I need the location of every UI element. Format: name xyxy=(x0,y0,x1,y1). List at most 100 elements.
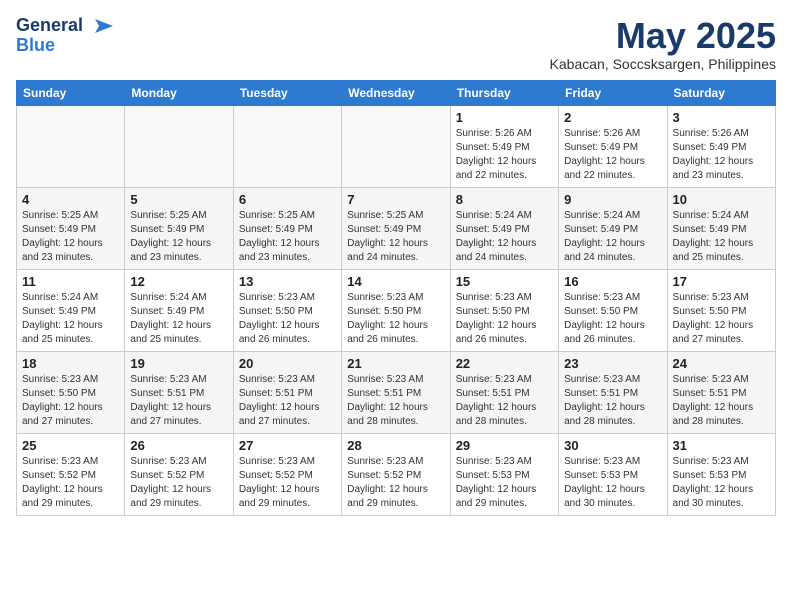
day-number: 20 xyxy=(239,356,336,371)
day-info: Sunrise: 5:23 AM Sunset: 5:51 PM Dayligh… xyxy=(673,373,770,429)
calendar-cell: 21 Sunrise: 5:23 AM Sunset: 5:51 PM Dayli… xyxy=(342,351,450,433)
day-number: 13 xyxy=(239,274,336,289)
day-info: Sunrise: 5:23 AM Sunset: 5:51 PM Dayligh… xyxy=(347,373,444,429)
header-monday: Monday xyxy=(125,80,233,105)
day-number: 7 xyxy=(347,192,444,207)
calendar-cell: 31Sunrise: 5:23 AM Sunset: 5:53 PM Dayli… xyxy=(667,433,775,515)
day-number: 5 xyxy=(130,192,227,207)
day-number: 19 xyxy=(130,356,227,371)
calendar-cell: 30Sunrise: 5:23 AM Sunset: 5:53 PM Dayli… xyxy=(559,433,667,515)
calendar-cell: 9Sunrise: 5:24 AM Sunset: 5:49 PM Daylig… xyxy=(559,187,667,269)
calendar-cell: 23 Sunrise: 5:23 AM Sunset: 5:51 PM Dayli… xyxy=(559,351,667,433)
day-number: 3 xyxy=(673,110,770,125)
calendar-cell xyxy=(233,105,341,187)
calendar-cell: 12 Sunrise: 5:24 AM Sunset: 5:49 PM Dayli… xyxy=(125,269,233,351)
title-block: May 2025 Kabacan, Soccsksargen, Philippi… xyxy=(550,16,776,72)
day-number: 17 xyxy=(673,274,770,289)
day-info: Sunrise: 5:25 AM Sunset: 5:49 PM Dayligh… xyxy=(22,209,119,265)
header-friday: Friday xyxy=(559,80,667,105)
day-number: 12 xyxy=(130,274,227,289)
day-number: 2 xyxy=(564,110,661,125)
week-row-3: 18Sunrise: 5:23 AM Sunset: 5:50 PM Dayli… xyxy=(17,351,776,433)
day-number: 1 xyxy=(456,110,553,125)
calendar-cell: 6 Sunrise: 5:25 AM Sunset: 5:49 PM Daylig… xyxy=(233,187,341,269)
calendar-cell: 4 Sunrise: 5:25 AM Sunset: 5:49 PM Daylig… xyxy=(17,187,125,269)
calendar-cell: 13 Sunrise: 5:23 AM Sunset: 5:50 PM Dayli… xyxy=(233,269,341,351)
calendar-cell: 25Sunrise: 5:23 AM Sunset: 5:52 PM Dayli… xyxy=(17,433,125,515)
day-info: Sunrise: 5:23 AM Sunset: 5:50 PM Dayligh… xyxy=(239,291,336,347)
calendar-cell: 16 Sunrise: 5:23 AM Sunset: 5:50 PM Dayli… xyxy=(559,269,667,351)
day-info: Sunrise: 5:26 AM Sunset: 5:49 PM Dayligh… xyxy=(673,127,770,183)
day-number: 26 xyxy=(130,438,227,453)
week-row-2: 11 Sunrise: 5:24 AM Sunset: 5:49 PM Dayli… xyxy=(17,269,776,351)
day-number: 10 xyxy=(673,192,770,207)
header-tuesday: Tuesday xyxy=(233,80,341,105)
day-number: 25 xyxy=(22,438,119,453)
calendar-cell: 26 Sunrise: 5:23 AM Sunset: 5:52 PM Dayli… xyxy=(125,433,233,515)
day-info: Sunrise: 5:23 AM Sunset: 5:51 PM Dayligh… xyxy=(130,373,227,429)
day-number: 6 xyxy=(239,192,336,207)
day-number: 23 xyxy=(564,356,661,371)
day-info: Sunrise: 5:23 AM Sunset: 5:52 PM Dayligh… xyxy=(347,455,444,511)
day-number: 28 xyxy=(347,438,444,453)
day-info: Sunrise: 5:23 AM Sunset: 5:50 PM Dayligh… xyxy=(564,291,661,347)
day-info: Sunrise: 5:26 AM Sunset: 5:49 PM Dayligh… xyxy=(564,127,661,183)
header-sunday: Sunday xyxy=(17,80,125,105)
day-info: Sunrise: 5:23 AM Sunset: 5:50 PM Dayligh… xyxy=(456,291,553,347)
calendar-cell xyxy=(342,105,450,187)
calendar-cell xyxy=(17,105,125,187)
day-info: Sunrise: 5:24 AM Sunset: 5:49 PM Dayligh… xyxy=(22,291,119,347)
day-number: 24 xyxy=(673,356,770,371)
day-number: 9 xyxy=(564,192,661,207)
day-info: Sunrise: 5:24 AM Sunset: 5:49 PM Dayligh… xyxy=(130,291,227,347)
day-info: Sunrise: 5:26 AM Sunset: 5:49 PM Dayligh… xyxy=(456,127,553,183)
calendar-cell: 15 Sunrise: 5:23 AM Sunset: 5:50 PM Dayli… xyxy=(450,269,558,351)
day-info: Sunrise: 5:23 AM Sunset: 5:52 PM Dayligh… xyxy=(239,455,336,511)
week-row-0: 1 Sunrise: 5:26 AM Sunset: 5:49 PM Daylig… xyxy=(17,105,776,187)
day-number: 31 xyxy=(673,438,770,453)
day-info: Sunrise: 5:23 AM Sunset: 5:50 PM Dayligh… xyxy=(673,291,770,347)
location-subtitle: Kabacan, Soccsksargen, Philippines xyxy=(550,56,776,72)
day-number: 21 xyxy=(347,356,444,371)
day-info: Sunrise: 5:23 AM Sunset: 5:51 PM Dayligh… xyxy=(239,373,336,429)
day-info: Sunrise: 5:23 AM Sunset: 5:51 PM Dayligh… xyxy=(456,373,553,429)
day-info: Sunrise: 5:23 AM Sunset: 5:50 PM Dayligh… xyxy=(347,291,444,347)
day-info: Sunrise: 5:24 AM Sunset: 5:49 PM Dayligh… xyxy=(673,209,770,265)
day-number: 4 xyxy=(22,192,119,207)
logo: General Blue xyxy=(16,16,115,56)
calendar-cell: 29Sunrise: 5:23 AM Sunset: 5:53 PM Dayli… xyxy=(450,433,558,515)
logo-general: General xyxy=(16,16,83,36)
header-wednesday: Wednesday xyxy=(342,80,450,105)
calendar-cell xyxy=(125,105,233,187)
calendar-cell: 11 Sunrise: 5:24 AM Sunset: 5:49 PM Dayli… xyxy=(17,269,125,351)
day-number: 15 xyxy=(456,274,553,289)
header-row: SundayMondayTuesdayWednesdayThursdayFrid… xyxy=(17,80,776,105)
calendar-cell: 22Sunrise: 5:23 AM Sunset: 5:51 PM Dayli… xyxy=(450,351,558,433)
week-row-1: 4 Sunrise: 5:25 AM Sunset: 5:49 PM Daylig… xyxy=(17,187,776,269)
day-info: Sunrise: 5:24 AM Sunset: 5:49 PM Dayligh… xyxy=(456,209,553,265)
day-info: Sunrise: 5:23 AM Sunset: 5:51 PM Dayligh… xyxy=(564,373,661,429)
calendar-cell: 10 Sunrise: 5:24 AM Sunset: 5:49 PM Dayli… xyxy=(667,187,775,269)
calendar-cell: 5 Sunrise: 5:25 AM Sunset: 5:49 PM Daylig… xyxy=(125,187,233,269)
day-info: Sunrise: 5:23 AM Sunset: 5:50 PM Dayligh… xyxy=(22,373,119,429)
calendar-cell: 19 Sunrise: 5:23 AM Sunset: 5:51 PM Dayli… xyxy=(125,351,233,433)
calendar-cell: 24 Sunrise: 5:23 AM Sunset: 5:51 PM Dayli… xyxy=(667,351,775,433)
month-title: May 2025 xyxy=(550,16,776,56)
day-info: Sunrise: 5:25 AM Sunset: 5:49 PM Dayligh… xyxy=(239,209,336,265)
calendar-cell: 2 Sunrise: 5:26 AM Sunset: 5:49 PM Daylig… xyxy=(559,105,667,187)
day-number: 8 xyxy=(456,192,553,207)
calendar-cell: 28 Sunrise: 5:23 AM Sunset: 5:52 PM Dayli… xyxy=(342,433,450,515)
day-number: 14 xyxy=(347,274,444,289)
calendar-cell: 18Sunrise: 5:23 AM Sunset: 5:50 PM Dayli… xyxy=(17,351,125,433)
day-info: Sunrise: 5:25 AM Sunset: 5:49 PM Dayligh… xyxy=(347,209,444,265)
calendar-cell: 1 Sunrise: 5:26 AM Sunset: 5:49 PM Daylig… xyxy=(450,105,558,187)
calendar-cell: 14 Sunrise: 5:23 AM Sunset: 5:50 PM Dayli… xyxy=(342,269,450,351)
day-info: Sunrise: 5:23 AM Sunset: 5:52 PM Dayligh… xyxy=(130,455,227,511)
calendar-table: SundayMondayTuesdayWednesdayThursdayFrid… xyxy=(16,80,776,516)
calendar-cell: 20 Sunrise: 5:23 AM Sunset: 5:51 PM Dayli… xyxy=(233,351,341,433)
calendar-cell: 3 Sunrise: 5:26 AM Sunset: 5:49 PM Daylig… xyxy=(667,105,775,187)
day-number: 11 xyxy=(22,274,119,289)
day-info: Sunrise: 5:25 AM Sunset: 5:49 PM Dayligh… xyxy=(130,209,227,265)
day-number: 16 xyxy=(564,274,661,289)
logo-icon xyxy=(85,17,115,35)
